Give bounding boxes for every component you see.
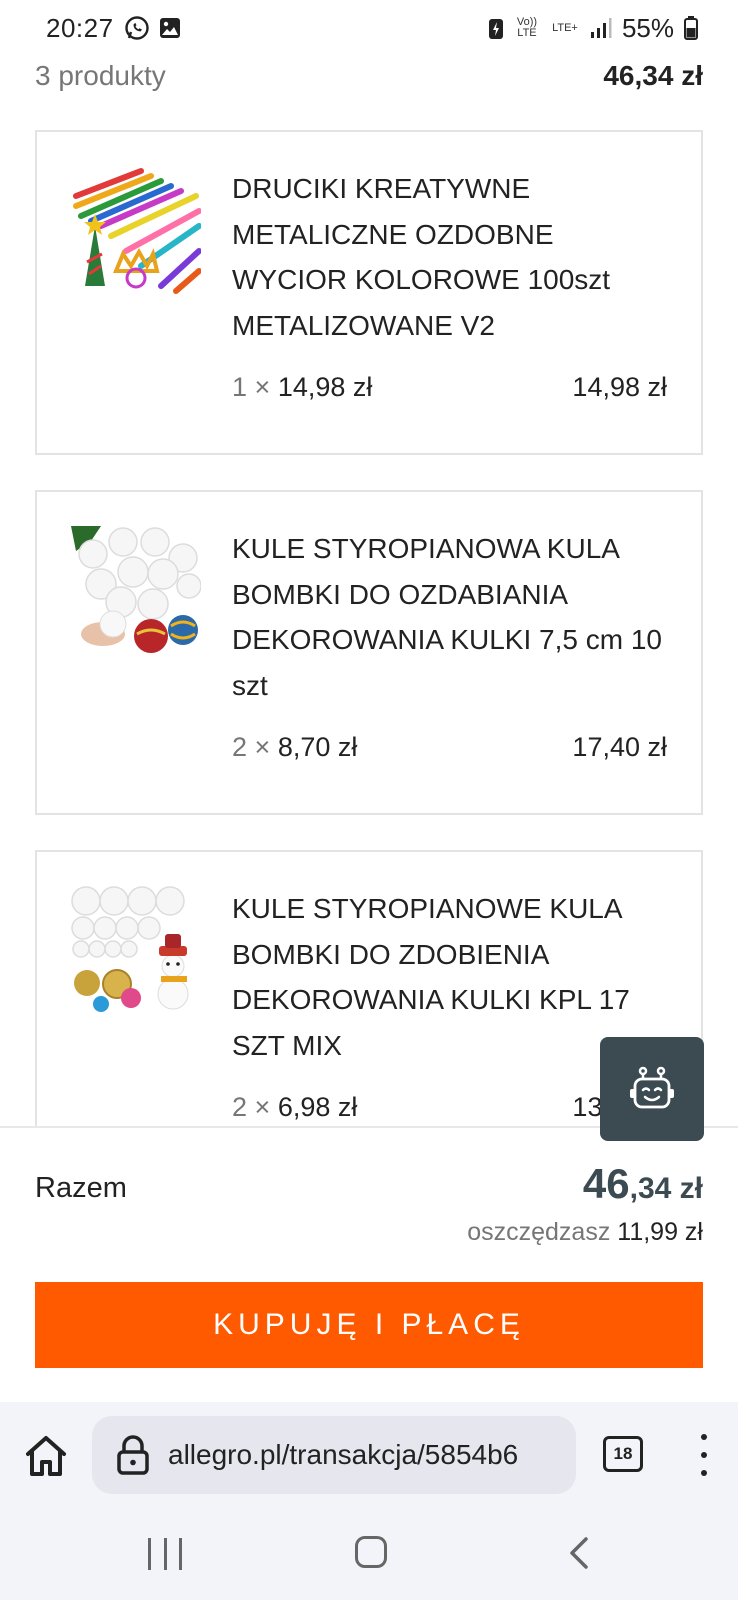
lock-icon (117, 1435, 149, 1475)
recent-apps-icon[interactable] (148, 1538, 182, 1570)
signal-icon (590, 18, 612, 38)
product-card[interactable]: KULE STYROPIANOWA KULA BOMBKI DO OZDABIA… (35, 490, 703, 815)
robot-icon (630, 1066, 674, 1109)
summary-row: 3 produkty 46,34 zł (35, 56, 703, 96)
browser-toolbar: allegro.pl/transakcja/5854b6 18 (0, 1402, 738, 1512)
home-icon[interactable] (22, 1432, 70, 1480)
product-line-total: 17,40 zł (572, 732, 667, 762)
product-line-total: 14,98 zł (572, 372, 667, 402)
assistant-bot-button[interactable] (600, 1037, 704, 1141)
product-title[interactable]: KULE STYROPIANOWE KULA BOMBKI DO ZDOBIEN… (232, 886, 662, 1068)
product-title[interactable]: KULE STYROPIANOWA KULA BOMBKI DO OZDABIA… (232, 526, 662, 708)
items-count: 3 produkty (35, 60, 166, 91)
whatsapp-icon (124, 16, 149, 40)
gallery-icon (159, 18, 180, 38)
product-title[interactable]: DRUCIKI KREATYWNE METALICZNE OZDOBNE WYC… (232, 166, 662, 348)
savings-info: oszczędzasz 11,99 zł (467, 1218, 703, 1246)
total-label: Razem (35, 1172, 127, 1204)
system-nav-bar (0, 1512, 738, 1600)
product-thumbnail-foam-balls (71, 526, 201, 656)
status-time: 20:27 (46, 12, 114, 43)
tabs-count-button[interactable]: 18 (603, 1436, 643, 1472)
items-total: 46,34 zł (603, 60, 703, 91)
back-icon[interactable] (564, 1536, 594, 1570)
buy-and-pay-button[interactable]: KUPUJĘ I PŁACĘ (35, 1282, 703, 1368)
product-card[interactable]: DRUCIKI KREATYWNE METALICZNE OZDOBNE WYC… (35, 130, 703, 455)
battery-saver-icon (488, 19, 503, 39)
product-quantity: 1 × 14,98 zł (232, 372, 373, 402)
checkout-panel: Razem 46,34 zł oszczędzasz 11,99 zł KUPU… (0, 1126, 738, 1402)
order-summary: 3 produkty 46,34 zł DRUCIKI KREATYWNE ME… (0, 56, 738, 1126)
more-menu-button[interactable] (694, 1430, 714, 1480)
nav-home-icon[interactable] (355, 1536, 387, 1568)
product-quantity: 2 × 8,70 zł (232, 732, 358, 762)
product-thumbnail-foam-balls-mix (71, 886, 201, 1016)
product-thumbnail-pipe-cleaners (71, 166, 201, 296)
battery-icon (684, 16, 698, 40)
url-text[interactable]: allegro.pl/transakcja/5854b6 (168, 1439, 518, 1471)
address-bar[interactable]: allegro.pl/transakcja/5854b6 (92, 1416, 576, 1494)
volte-indicator: Vo)) LTE (516, 16, 538, 39)
battery-percent: 55% (621, 12, 674, 43)
product-quantity: 2 × 6,98 zł (232, 1092, 358, 1122)
status-bar: 20:27 Vo)) LTE LTE+ 55% (0, 0, 738, 56)
network-type: LTE+ (552, 21, 578, 34)
grand-total: 46,34 zł (582, 1160, 703, 1207)
more-dots-icon (701, 1434, 707, 1440)
